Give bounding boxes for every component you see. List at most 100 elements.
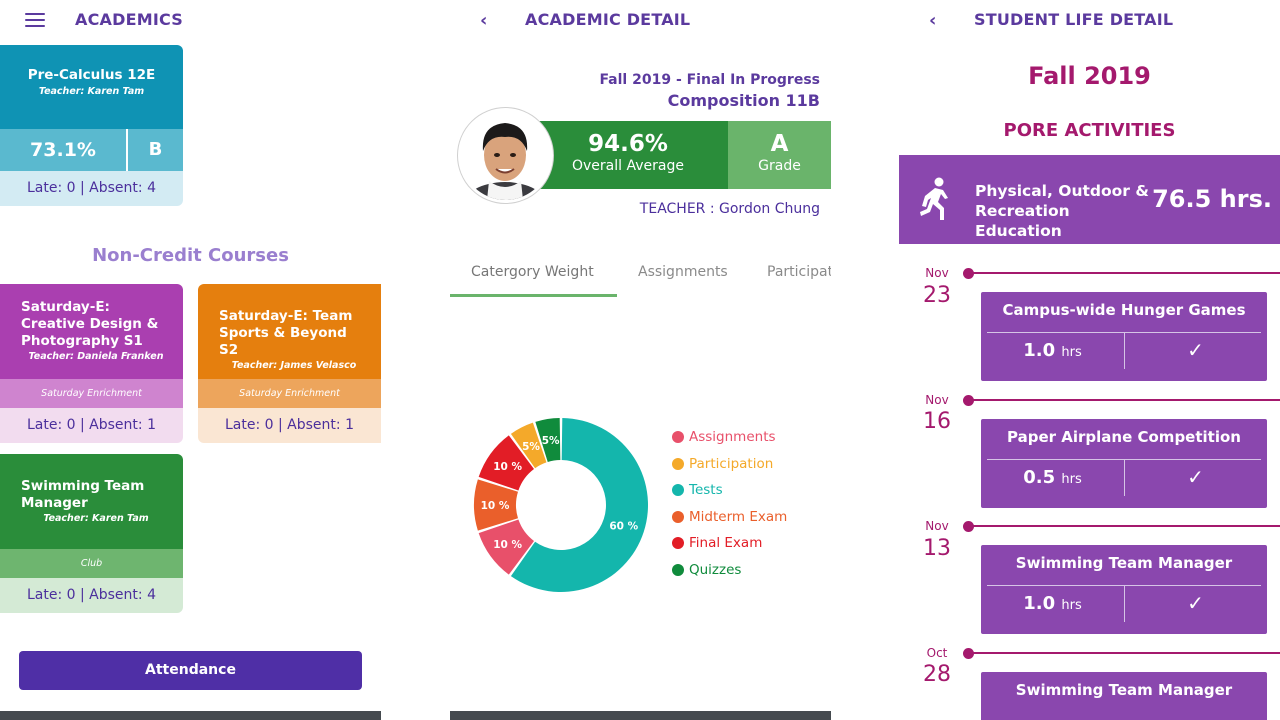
- course-teacher: Teacher: Karen Tam: [43, 513, 149, 524]
- category-title: PORE ACTIVITIES: [1003, 120, 1176, 141]
- legend-label: Participation: [689, 456, 774, 472]
- activity-name: Campus-wide Hunger Games: [1002, 301, 1246, 319]
- timeline-month: Nov: [925, 266, 949, 280]
- course-name: Saturday-E: Team Sports & Beyond S2: [219, 308, 353, 358]
- category-name: Physical, Outdoor & Recreation Education: [975, 182, 1149, 240]
- legend-item: Tests: [672, 482, 723, 498]
- course-attendance: Late: 0 | Absent: 4: [0, 171, 183, 206]
- legend-item: Final Exam: [672, 535, 762, 551]
- slice-label: 5%: [542, 435, 560, 447]
- course-percent: 73.1%: [0, 129, 128, 171]
- activity-hours: 0.5 hrs: [981, 467, 1124, 488]
- running-icon: [920, 177, 948, 220]
- check-icon: ✓: [1187, 591, 1204, 615]
- activity-card[interactable]: Swimming Team Manager 1.0 hrs ✓: [981, 545, 1267, 634]
- back-arrow-icon[interactable]: ‹: [480, 10, 487, 31]
- slice-label: 10 %: [493, 539, 522, 551]
- check-icon: ✓: [1187, 465, 1204, 489]
- noncredit-card[interactable]: Saturday-E: Team Sports & Beyond S2 Teac…: [198, 284, 381, 443]
- legend-swatch: [672, 431, 684, 443]
- legend-item: Participation: [672, 456, 773, 472]
- activity-card[interactable]: Campus-wide Hunger Games 1.0 hrs ✓: [981, 292, 1267, 381]
- course-name: Pre-Calculus 12E: [27, 67, 156, 83]
- slice-label: 5%: [522, 441, 540, 453]
- legend-swatch: [672, 511, 684, 523]
- hours-value: 0.5: [1023, 467, 1056, 488]
- course-category: Club: [0, 549, 183, 578]
- timeline-month: Oct: [926, 646, 948, 660]
- course-name: Saturday-E: Creative Design & Photograph…: [21, 299, 159, 349]
- activity-name: Swimming Team Manager: [1015, 554, 1233, 572]
- activity-hours: 1.0 hrs: [981, 340, 1124, 361]
- tab-category-weight[interactable]: Catergory Weight: [471, 264, 594, 280]
- noncredit-card[interactable]: Saturday-E: Creative Design & Photograph…: [0, 284, 183, 443]
- bottom-bar: [450, 711, 831, 720]
- tab-participation[interactable]: Participat: [767, 264, 831, 280]
- hours-unit: hrs: [1061, 345, 1082, 360]
- timeline-month: Nov: [925, 519, 949, 533]
- teacher-avatar: [458, 108, 553, 203]
- timeline-day: 13: [923, 536, 951, 561]
- course-category: Saturday Enrichment: [198, 379, 381, 408]
- bottom-bar: [0, 711, 381, 720]
- timeline-day: 16: [923, 409, 951, 434]
- hours-value: 1.0: [1023, 340, 1056, 361]
- course-attendance: Late: 0 | Absent: 4: [0, 578, 183, 613]
- timeline-month: Nov: [925, 393, 949, 407]
- check-icon: ✓: [1187, 338, 1204, 362]
- tab-assignments[interactable]: Assignments: [638, 264, 728, 280]
- student-life-screen: ‹ STUDENT LIFE DETAIL Fall 2019 PORE ACT…: [899, 0, 1280, 720]
- timeline-line: [969, 272, 1280, 274]
- grade-label: Grade: [758, 158, 801, 174]
- legend-swatch: [672, 564, 684, 576]
- menu-icon[interactable]: [25, 13, 45, 27]
- grade-value: A: [770, 131, 789, 157]
- timeline-day: 23: [923, 283, 951, 308]
- average-label: Overall Average: [572, 158, 684, 174]
- course-name: Composition 11B: [667, 91, 820, 110]
- hours-unit: hrs: [1061, 598, 1082, 613]
- page-title: ACADEMICS: [75, 10, 183, 29]
- course-teacher: Teacher: Karen Tam: [38, 86, 145, 97]
- legend-item: Assignments: [672, 429, 776, 445]
- legend-swatch: [672, 537, 684, 549]
- term-label: Fall 2019 - Final In Progress: [599, 72, 820, 88]
- activity-name: Paper Airplane Competition: [1007, 428, 1241, 446]
- legend-label: Assignments: [689, 429, 776, 445]
- legend-label: Final Exam: [689, 535, 763, 551]
- course-grade: B: [148, 139, 163, 160]
- legend-label: Tests: [689, 482, 723, 498]
- course-attendance: Late: 0 | Absent: 1: [198, 408, 381, 443]
- timeline-line: [969, 399, 1280, 401]
- activity-card[interactable]: Paper Airplane Competition 0.5 hrs ✓: [981, 419, 1267, 508]
- activity-card[interactable]: Swimming Team Manager: [981, 672, 1267, 720]
- category-weight-chart: 60 %10 %10 %10 %5%5%: [474, 418, 648, 592]
- academic-detail-screen: ‹ ACADEMIC DETAIL Fall 2019 - Final In P…: [450, 0, 831, 720]
- legend-label: Midterm Exam: [689, 509, 788, 525]
- slice-label: 10 %: [481, 500, 510, 512]
- noncredit-title: Non-Credit Courses: [92, 245, 289, 266]
- teacher-name: TEACHER : Gordon Chung: [639, 201, 820, 217]
- average-box: 94.6% Overall Average: [528, 121, 728, 189]
- page-title: STUDENT LIFE DETAIL: [974, 10, 1174, 29]
- course-card[interactable]: Pre-Calculus 12E Teacher: Karen Tam 73.1…: [0, 45, 183, 206]
- activity-hours: 1.0 hrs: [981, 593, 1124, 614]
- noncredit-card[interactable]: Swimming Team Manager Teacher: Karen Tam…: [0, 454, 183, 613]
- course-category: Saturday Enrichment: [0, 379, 183, 408]
- page-title: ACADEMIC DETAIL: [525, 10, 691, 29]
- attendance-button[interactable]: Attendance: [19, 651, 362, 690]
- category-banner: Physical, Outdoor & Recreation Education…: [899, 155, 1280, 244]
- back-arrow-icon[interactable]: ‹: [929, 10, 936, 31]
- activity-name: Swimming Team Manager: [1015, 681, 1233, 699]
- timeline-day: 28: [923, 662, 951, 687]
- legend-swatch: [672, 458, 684, 470]
- legend-item: Midterm Exam: [672, 509, 787, 525]
- course-name: Swimming Team Manager: [21, 478, 145, 511]
- active-tab-indicator: [450, 294, 617, 297]
- slice-label: 10 %: [493, 461, 522, 473]
- category-total: 76.5 hrs.: [1152, 185, 1272, 213]
- grade-box: A Grade: [728, 121, 831, 189]
- slice-label: 60 %: [609, 520, 638, 532]
- term-title: Fall 2019: [1028, 62, 1151, 90]
- timeline-line: [969, 525, 1280, 527]
